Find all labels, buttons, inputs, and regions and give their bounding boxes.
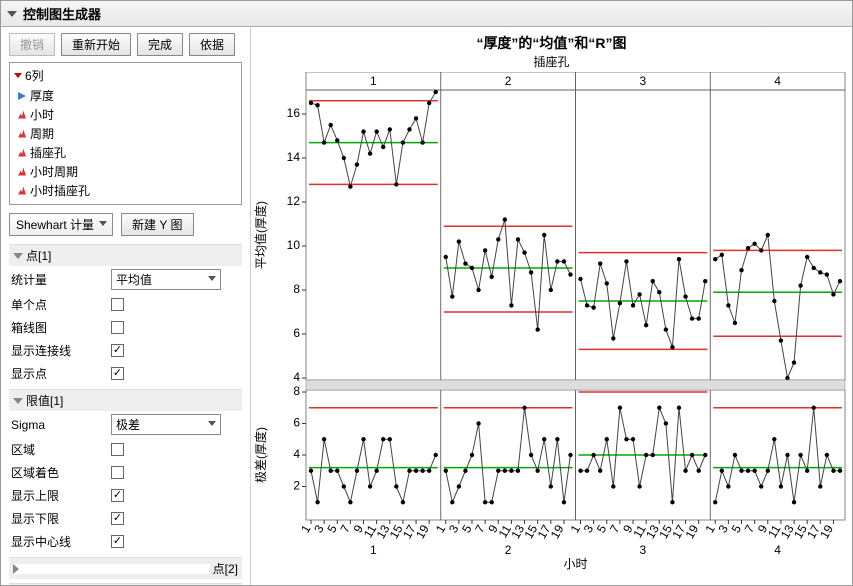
basis-button[interactable]: 依据 (189, 33, 235, 56)
section-limits1-header[interactable]: 限值[1] (9, 389, 242, 411)
svg-text:2: 2 (505, 543, 512, 557)
columns-header[interactable]: 6列 (14, 67, 237, 84)
show-upper-checkbox[interactable] (111, 489, 124, 502)
column-item[interactable]: 小时周期 (14, 162, 237, 181)
disclosure-icon (13, 398, 23, 404)
svg-text:8: 8 (293, 282, 300, 296)
red-triangle-icon[interactable] (14, 73, 22, 78)
svg-text:16: 16 (287, 106, 301, 120)
nominal-icon (18, 130, 26, 138)
content-area: 撤销 重新开始 完成 依据 6列 厚度小时周期插座孔小时周期小时插座孔 Shew… (1, 27, 852, 585)
svg-text:19: 19 (682, 522, 701, 541)
column-item[interactable]: 插座孔 (14, 143, 237, 162)
undo-button[interactable]: 撤销 (9, 33, 55, 56)
stat-combo[interactable]: 平均值 (111, 269, 221, 290)
sigma-combo[interactable]: 极差 (111, 414, 221, 435)
control-chart[interactable]: 1234468101214162468平均值(厚度)极差(厚度)13579111… (251, 72, 851, 585)
column-item[interactable]: 小时插座孔 (14, 181, 237, 200)
zone-color-checkbox[interactable] (111, 466, 124, 479)
column-item[interactable]: 小时 (14, 105, 237, 124)
show-upper-label: 显示上限 (11, 487, 111, 504)
disclosure-icon (13, 253, 23, 259)
window-titlebar: 控制图生成器 (1, 1, 852, 27)
show-conn-checkbox[interactable] (111, 344, 124, 357)
section-points1-header[interactable]: 点[1] (9, 244, 242, 266)
chart-area: “厚度”的“均值”和“R”图 插座孔 1234468101214162468平均… (251, 27, 852, 585)
single-point-label: 单个点 (11, 296, 111, 313)
restart-button[interactable]: 重新开始 (61, 33, 131, 56)
svg-text:极差(厚度): 极差(厚度) (253, 427, 268, 483)
section-title: 点[1] (26, 247, 51, 264)
svg-text:1: 1 (370, 74, 377, 88)
show-conn-label: 显示连接线 (11, 342, 111, 359)
chart-title: “厚度”的“均值”和“R”图 (251, 27, 852, 53)
svg-text:12: 12 (287, 194, 301, 208)
continuous-icon (18, 92, 26, 100)
section-points2-header[interactable]: 点[2] (9, 557, 242, 579)
stat-label: 统计量 (11, 271, 111, 288)
show-points-checkbox[interactable] (111, 367, 124, 380)
svg-text:3: 3 (640, 74, 647, 88)
chart-type-row: Shewhart 计量 新建 Y 图 (9, 213, 242, 236)
action-buttons: 撤销 重新开始 完成 依据 (9, 33, 242, 56)
column-label: 小时周期 (30, 163, 78, 180)
nominal-icon (18, 149, 26, 157)
svg-text:平均值(厚度): 平均值(厚度) (253, 201, 268, 269)
show-center-label: 显示中心线 (11, 533, 111, 550)
svg-text:4: 4 (293, 370, 300, 384)
nominal-icon (18, 168, 26, 176)
stat-row: 统计量 平均值 (9, 266, 242, 293)
boxplot-label: 箱线图 (11, 319, 111, 336)
svg-text:19: 19 (817, 522, 836, 541)
column-label: 小时插座孔 (30, 182, 90, 199)
svg-text:小时: 小时 (563, 557, 587, 571)
show-lower-checkbox[interactable] (111, 512, 124, 525)
show-lower-label: 显示下限 (11, 510, 111, 527)
columns-list[interactable]: 6列 厚度小时周期插座孔小时周期小时插座孔 (9, 62, 242, 205)
section-title: 限值[1] (26, 392, 63, 409)
svg-text:4: 4 (774, 543, 781, 557)
zone-label: 区域 (11, 441, 111, 458)
column-label: 周期 (30, 125, 54, 142)
column-label: 厚度 (30, 87, 54, 104)
zone-checkbox[interactable] (111, 443, 124, 456)
boxplot-checkbox[interactable] (111, 321, 124, 334)
show-points-label: 显示点 (11, 365, 111, 382)
single-point-checkbox[interactable] (111, 298, 124, 311)
nominal-icon (18, 187, 26, 195)
new-y-chart-button[interactable]: 新建 Y 图 (121, 213, 193, 236)
sigma-label: Sigma (11, 418, 111, 432)
svg-text:8: 8 (293, 384, 300, 398)
svg-text:2: 2 (293, 479, 300, 493)
svg-text:1: 1 (370, 543, 377, 557)
columns-count: 6列 (25, 67, 44, 84)
section-limits2-header[interactable]: 限值[2] (9, 583, 242, 585)
svg-text:19: 19 (548, 522, 567, 541)
column-label: 小时 (30, 106, 54, 123)
column-label: 插座孔 (30, 144, 66, 161)
svg-text:19: 19 (413, 522, 432, 541)
chart-subtitle: 插座孔 (251, 53, 852, 72)
column-item[interactable]: 厚度 (14, 86, 237, 105)
show-center-checkbox[interactable] (111, 535, 124, 548)
column-item[interactable]: 周期 (14, 124, 237, 143)
svg-text:14: 14 (287, 150, 301, 164)
disclosure-icon (13, 564, 210, 574)
svg-text:4: 4 (774, 74, 781, 88)
zone-color-label: 区域着色 (11, 464, 111, 481)
svg-text:2: 2 (505, 74, 512, 88)
nominal-icon (18, 111, 26, 119)
window-title: 控制图生成器 (23, 4, 101, 23)
svg-text:6: 6 (293, 326, 300, 340)
svg-text:3: 3 (640, 543, 647, 557)
control-chart-builder-window: 控制图生成器 撤销 重新开始 完成 依据 6列 厚度小时周期插座孔小时周期小时插… (0, 0, 853, 586)
chart-type-selector[interactable]: Shewhart 计量 (9, 213, 113, 236)
left-panel: 撤销 重新开始 完成 依据 6列 厚度小时周期插座孔小时周期小时插座孔 Shew… (1, 27, 251, 585)
svg-text:10: 10 (287, 238, 301, 252)
svg-text:4: 4 (293, 447, 300, 461)
svg-text:6: 6 (293, 416, 300, 430)
section-title: 点[2] (213, 560, 238, 577)
finish-button[interactable]: 完成 (137, 33, 183, 56)
disclosure-triangle-icon[interactable] (7, 11, 17, 17)
